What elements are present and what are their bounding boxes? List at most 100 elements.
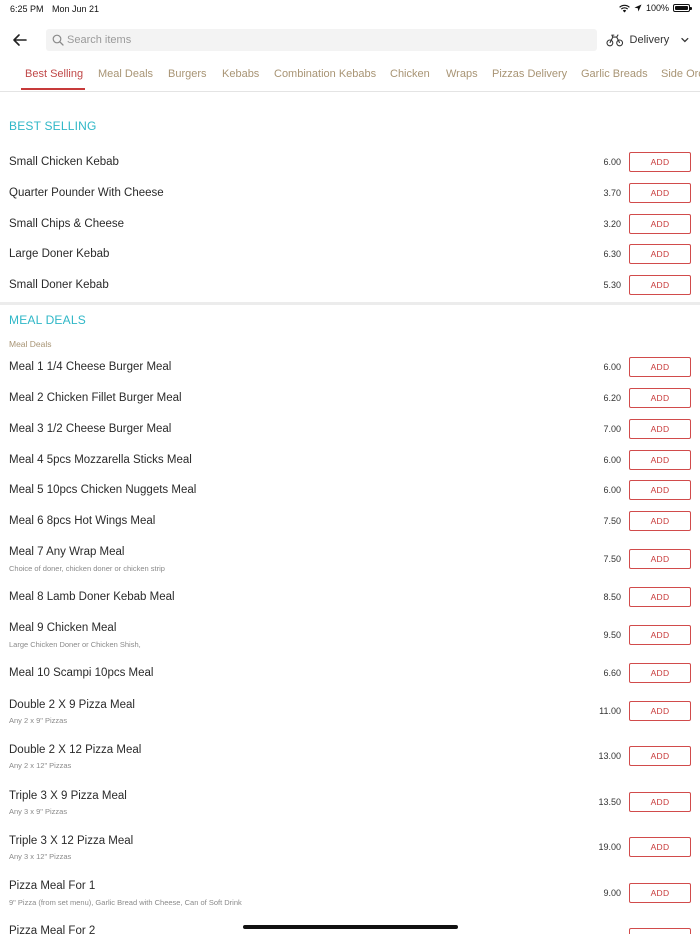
add-button[interactable]: ADD: [629, 419, 691, 439]
home-indicator: [243, 925, 458, 929]
battery-icon: [673, 4, 692, 12]
item-price: 6.00: [603, 157, 621, 167]
add-button[interactable]: ADD: [629, 511, 691, 531]
item-name: Meal 4 5pcs Mozzarella Sticks Meal: [9, 454, 192, 466]
add-button[interactable]: ADD: [629, 244, 691, 264]
item-description: Large Chicken Doner or Chicken Shish,: [9, 640, 141, 649]
tab-pizzas-delivery[interactable]: Pizzas Delivery: [492, 68, 567, 90]
item-name: Small Chicken Kebab: [9, 156, 119, 168]
item-price: 3.20: [603, 219, 621, 229]
tab-garlic-breads[interactable]: Garlic Breads: [581, 68, 648, 90]
item-name: Double 2 X 9 Pizza Meal: [9, 699, 135, 711]
item-name: Meal 8 Lamb Doner Kebab Meal: [9, 591, 175, 603]
item-price: 6.00: [603, 362, 621, 372]
add-button[interactable]: ADD: [629, 625, 691, 645]
add-button[interactable]: ADD: [629, 214, 691, 234]
item-name: Meal 5 10pcs Chicken Nuggets Meal: [9, 484, 197, 496]
add-button[interactable]: ADD: [629, 450, 691, 470]
item-name: Triple 3 X 12 Pizza Meal: [9, 835, 134, 847]
add-button[interactable]: ADD: [629, 152, 691, 172]
item-price: 6.00: [603, 455, 621, 465]
item-price: 6.60: [603, 668, 621, 678]
location-arrow-icon: [634, 4, 642, 12]
scooter-icon: [606, 34, 624, 47]
item-price: 6.20: [603, 393, 621, 403]
item-description: Any 3 x 9" Pizzas: [9, 807, 68, 816]
tab-combination-kebabs[interactable]: Combination Kebabs: [274, 68, 376, 90]
add-button[interactable]: ADD: [629, 275, 691, 295]
item-name: Pizza Meal For 2: [9, 925, 96, 934]
search-box[interactable]: [46, 29, 597, 51]
item-description: Any 2 x 9" Pizzas: [9, 716, 68, 725]
item-description: Any 3 x 12" Pizzas: [9, 852, 72, 861]
category-tabs: Best Selling Meal Deals Burgers Kebabs C…: [0, 62, 700, 92]
tab-burgers[interactable]: Burgers: [168, 68, 207, 90]
add-button[interactable]: ADD: [629, 746, 691, 766]
arrow-left-icon: [13, 34, 27, 46]
add-button[interactable]: ADD: [629, 587, 691, 607]
item-description: Any 2 x 12" Pizzas: [9, 761, 72, 770]
item-price: 13.00: [598, 751, 621, 761]
add-button[interactable]: ADD: [629, 837, 691, 857]
tab-meal-deals[interactable]: Meal Deals: [98, 68, 153, 90]
item-name: Meal 3 1/2 Cheese Burger Meal: [9, 423, 172, 435]
section-divider: [0, 302, 700, 305]
item-name: Small Chips & Cheese: [9, 218, 125, 230]
item-price: 6.30: [603, 249, 621, 259]
item-name: Meal 10 Scampi 10pcs Meal: [9, 667, 154, 679]
add-button[interactable]: ADD: [629, 701, 691, 721]
search-icon: [52, 34, 64, 46]
add-button[interactable]: ADD: [629, 183, 691, 203]
tab-chicken[interactable]: Chicken: [390, 68, 430, 90]
add-button[interactable]: ADD: [629, 792, 691, 812]
item-description: Choice of doner, chicken doner or chicke…: [9, 564, 165, 573]
top-bar: Delivery: [0, 26, 700, 54]
back-button[interactable]: [10, 30, 30, 50]
tab-best-selling[interactable]: Best Selling: [25, 68, 83, 90]
item-price: 19.00: [598, 842, 621, 852]
battery-percent: 100%: [645, 3, 669, 13]
item-price: 11.00: [599, 706, 621, 716]
tab-kebabs[interactable]: Kebabs: [222, 68, 259, 90]
item-price: 6.00: [603, 485, 621, 495]
item-name: Quarter Pounder With Cheese: [9, 187, 164, 199]
item-name: Meal 1 1/4 Cheese Burger Meal: [9, 361, 172, 373]
add-button[interactable]: ADD: [629, 388, 691, 408]
section-title-best-selling: BEST SELLING: [9, 119, 97, 133]
section-title-meal-deals: MEAL DEALS: [9, 313, 86, 327]
item-price: 7.50: [603, 554, 621, 564]
add-button[interactable]: ADD: [629, 480, 691, 500]
search-input[interactable]: [67, 29, 587, 51]
item-price: 3.70: [603, 188, 621, 198]
item-name: Pizza Meal For 1: [9, 880, 96, 892]
item-name: Meal 2 Chicken Fillet Burger Meal: [9, 392, 182, 404]
item-price: 9.00: [603, 888, 621, 898]
item-price: 7.50: [603, 516, 621, 526]
item-description: 9" Pizza (from set menu), Garlic Bread w…: [9, 898, 242, 907]
item-name: Small Doner Kebab: [9, 279, 109, 291]
add-button[interactable]: ADD: [629, 357, 691, 377]
add-button[interactable]: ADD: [629, 883, 691, 903]
item-price: 8.50: [603, 592, 621, 602]
item-name: Large Doner Kebab: [9, 248, 110, 260]
wifi-icon: [619, 4, 630, 12]
tab-wraps[interactable]: Wraps: [446, 68, 478, 90]
active-tab-indicator: [21, 88, 85, 90]
status-bar: 6:25 PM Mon Jun 21 100%: [0, 0, 700, 18]
chevron-down-icon: [681, 37, 689, 43]
status-time: 6:25 PM: [10, 4, 44, 14]
subsection-title: Meal Deals: [9, 339, 52, 349]
add-button[interactable]: ADD: [629, 549, 691, 569]
status-date: Mon Jun 21: [52, 4, 100, 14]
item-price: 13.50: [598, 797, 621, 807]
delivery-selector[interactable]: Delivery: [606, 29, 690, 51]
delivery-label: Delivery: [629, 34, 670, 46]
add-button[interactable]: ADD: [629, 928, 691, 934]
item-name: Triple 3 X 9 Pizza Meal: [9, 790, 127, 802]
tab-side-orders[interactable]: Side Orc: [661, 68, 700, 90]
item-name: Meal 9 Chicken Meal: [9, 622, 117, 634]
item-price: 7.00: [603, 424, 621, 434]
status-indicators: 100%: [619, 3, 692, 13]
add-button[interactable]: ADD: [629, 663, 691, 683]
item-price: 5.30: [603, 280, 621, 290]
